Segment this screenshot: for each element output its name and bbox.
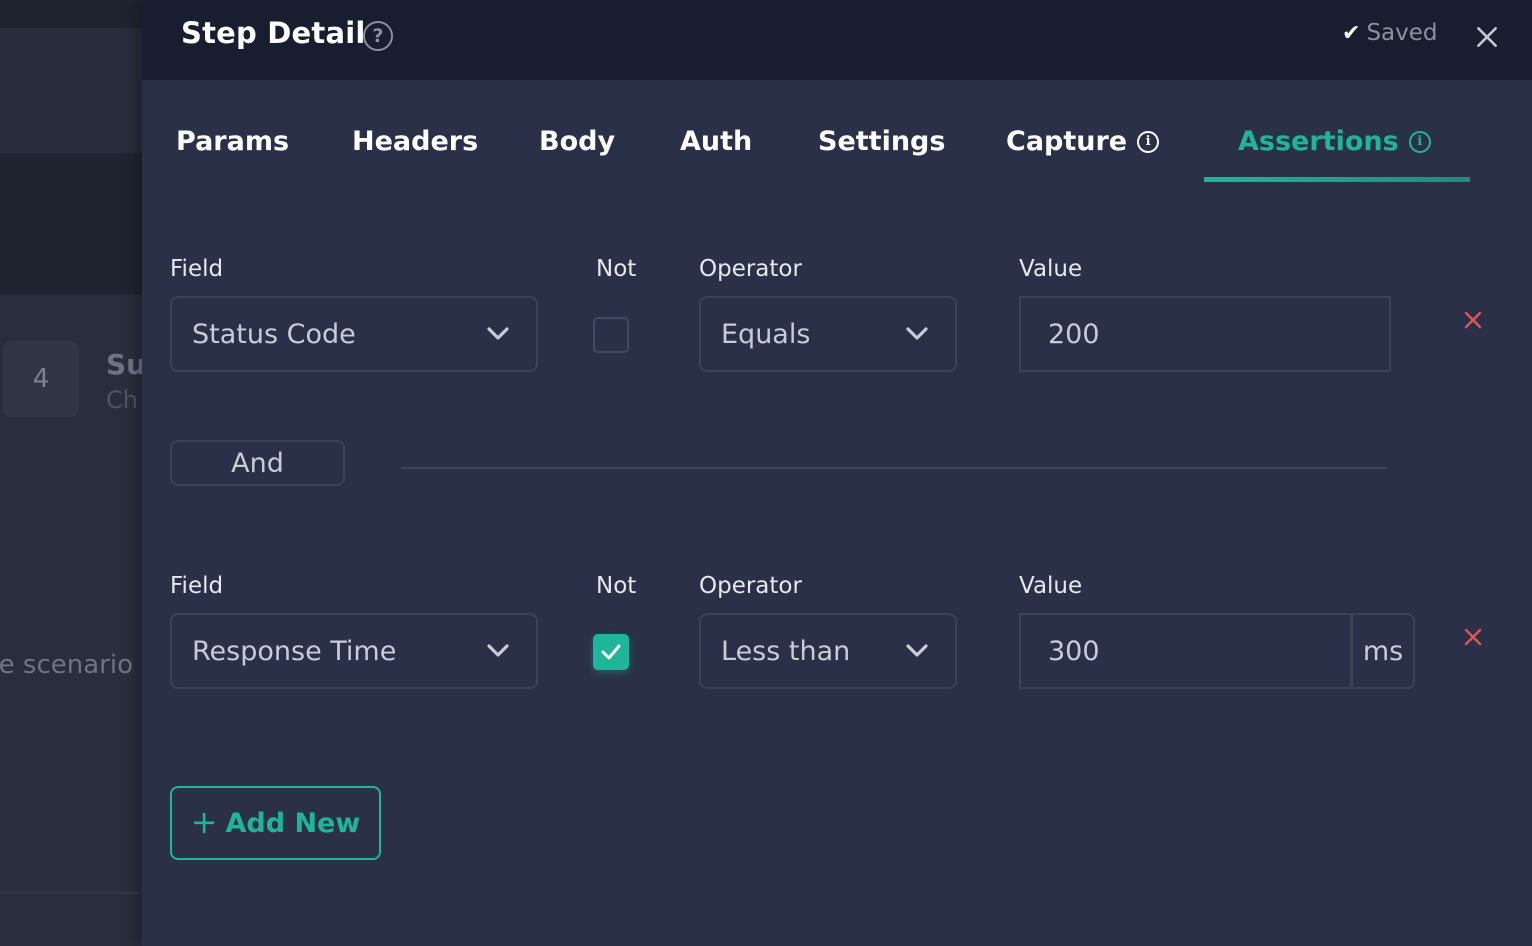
tab-settings[interactable]: Settings bbox=[818, 126, 945, 157]
remove-assertion-icon[interactable] bbox=[1459, 623, 1487, 651]
tab-headers[interactable]: Headers bbox=[352, 126, 478, 157]
chevron-down-icon bbox=[897, 643, 937, 659]
tab-auth[interactable]: Auth bbox=[680, 126, 752, 157]
background-divider bbox=[0, 892, 142, 894]
add-new-button[interactable]: + Add New bbox=[170, 786, 381, 860]
tab-capture[interactable]: Capture i bbox=[1006, 126, 1160, 157]
not-checkbox[interactable] bbox=[593, 317, 629, 353]
value-label: Value bbox=[1019, 256, 1083, 282]
unit-addon: ms bbox=[1350, 613, 1415, 689]
and-connector-button[interactable]: And bbox=[170, 440, 345, 486]
operator-select-value: Less than bbox=[721, 635, 851, 667]
tab-label: Auth bbox=[680, 126, 753, 157]
tab-label: Body bbox=[539, 126, 616, 157]
checkmark-icon: ✔ bbox=[1342, 20, 1361, 46]
background-panel bbox=[0, 28, 142, 153]
add-new-label: Add New bbox=[225, 807, 361, 839]
field-select-value: Status Code bbox=[192, 318, 356, 350]
value-label: Value bbox=[1019, 573, 1083, 599]
saved-label: Saved bbox=[1366, 20, 1438, 46]
operator-select-value: Equals bbox=[721, 318, 811, 350]
tab-label: Settings bbox=[818, 126, 946, 157]
background-page: 4 Su Ch e scenario bbox=[0, 0, 142, 946]
background-topbar bbox=[0, 0, 142, 28]
chevron-down-icon bbox=[478, 643, 518, 659]
field-select-value: Response Time bbox=[192, 635, 397, 667]
tab-bar: Params Headers Body Auth Settings Captur… bbox=[142, 120, 1532, 184]
tab-label: Headers bbox=[352, 126, 479, 157]
saved-status: ✔ Saved bbox=[1342, 20, 1438, 46]
question-circle-icon[interactable]: ? bbox=[363, 21, 393, 51]
operator-label: Operator bbox=[699, 256, 802, 282]
chevron-down-icon bbox=[478, 326, 518, 342]
operator-select[interactable]: Equals bbox=[699, 296, 957, 372]
value-input[interactable]: 200 bbox=[1019, 296, 1391, 372]
step-detail-drawer: Step Detail ? ✔ Saved Params Headers Bod… bbox=[142, 0, 1532, 946]
info-icon[interactable]: i bbox=[1137, 130, 1160, 153]
active-tab-indicator bbox=[1204, 177, 1470, 182]
background-scenario-text: e scenario bbox=[0, 650, 133, 680]
tab-label: Assertions bbox=[1238, 126, 1399, 157]
tab-params[interactable]: Params bbox=[176, 126, 289, 157]
remove-assertion-icon[interactable] bbox=[1459, 306, 1487, 334]
field-label: Field bbox=[170, 573, 224, 599]
tab-body[interactable]: Body bbox=[539, 126, 615, 157]
info-icon[interactable]: i bbox=[1408, 130, 1431, 153]
tab-assertions[interactable]: Assertions i bbox=[1238, 126, 1431, 157]
not-checkbox[interactable] bbox=[593, 634, 629, 670]
checkmark-icon bbox=[601, 644, 621, 660]
chevron-down-icon bbox=[897, 326, 937, 342]
background-step-subtitle: Ch bbox=[106, 386, 138, 414]
field-select[interactable]: Status Code bbox=[170, 296, 538, 372]
plus-icon: + bbox=[190, 802, 218, 841]
drawer-header: Step Detail ? ✔ Saved bbox=[142, 0, 1532, 80]
drawer-title: Step Detail bbox=[181, 16, 366, 50]
connector-divider bbox=[401, 467, 1387, 469]
value-input[interactable]: 300 bbox=[1019, 613, 1352, 689]
field-label: Field bbox=[170, 256, 224, 282]
operator-label: Operator bbox=[699, 573, 802, 599]
close-icon[interactable] bbox=[1472, 24, 1502, 54]
background-step-number[interactable]: 4 bbox=[3, 341, 79, 417]
tab-label: Params bbox=[176, 126, 290, 157]
tab-label: Capture bbox=[1006, 126, 1128, 157]
field-select[interactable]: Response Time bbox=[170, 613, 538, 689]
not-label: Not bbox=[596, 573, 637, 599]
not-label: Not bbox=[596, 256, 637, 282]
background-panel-dark bbox=[0, 153, 142, 295]
background-step-title: Su bbox=[106, 348, 142, 381]
operator-select[interactable]: Less than bbox=[699, 613, 957, 689]
